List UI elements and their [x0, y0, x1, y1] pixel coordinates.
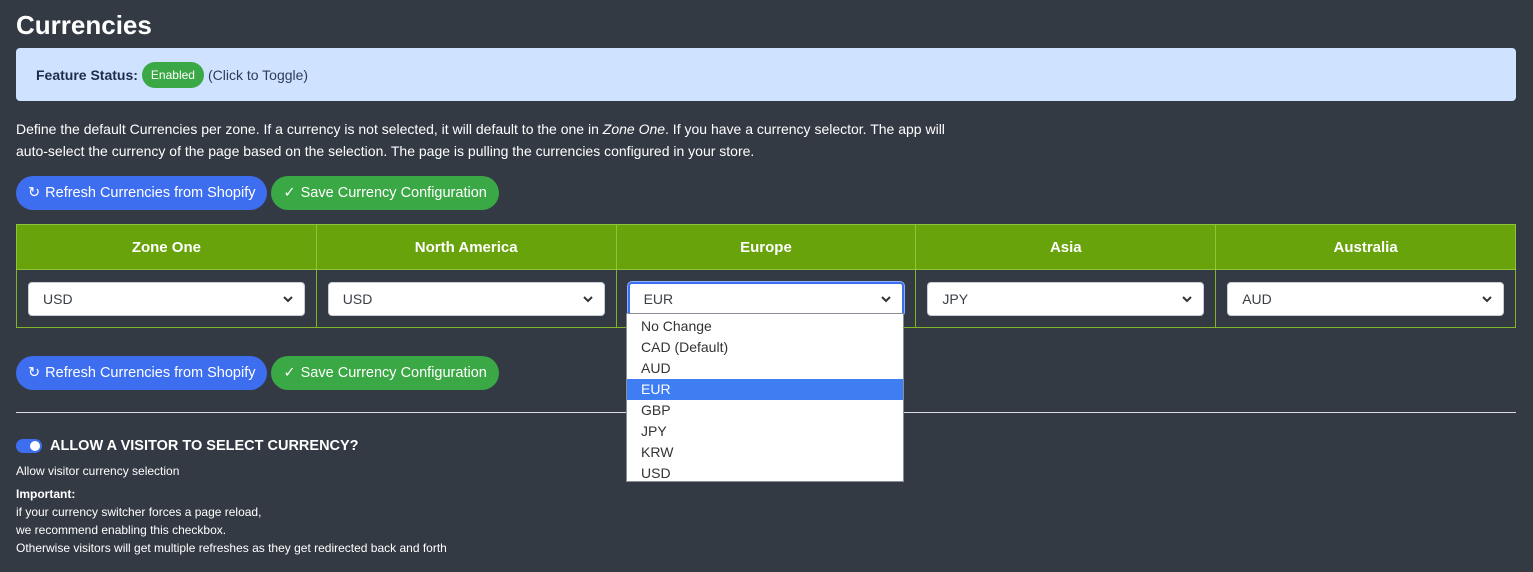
table-cell: USD [16, 269, 317, 328]
dropdown-option[interactable]: CAD (Default) [627, 337, 903, 358]
zone-one-currency-select[interactable]: USD [28, 281, 305, 316]
bottom-button-row: ↻ Refresh Currencies from Shopify ✓ Save… [16, 356, 499, 390]
chevron-down-icon [582, 295, 593, 302]
refresh-currencies-button[interactable]: ↻ Refresh Currencies from Shopify [16, 176, 268, 210]
visitor-selection-toggle[interactable] [16, 439, 42, 453]
description: Define the default Currencies per zone. … [16, 118, 956, 162]
page-title: Currencies [16, 10, 152, 40]
save-button-label: Save Currency Configuration [300, 365, 487, 381]
table-header: Australia [1215, 224, 1516, 270]
toggle-knob [30, 441, 40, 451]
table-header-row: Zone One North America Europe Asia Austr… [16, 224, 1516, 270]
select-value: USD [342, 290, 373, 307]
dropdown-option[interactable]: No Change [627, 316, 903, 337]
asia-currency-select[interactable]: JPY [927, 281, 1205, 316]
save-configuration-button[interactable]: ✓ Save Currency Configuration [271, 356, 499, 390]
select-value: EUR [643, 290, 674, 307]
table-cell: AUD [1215, 269, 1516, 328]
north-america-currency-select[interactable]: USD [327, 281, 605, 316]
dropdown-option[interactable]: USD [627, 463, 903, 484]
table-header: North America [315, 224, 617, 270]
dropdown-option[interactable]: AUD [627, 358, 903, 379]
refresh-currencies-button[interactable]: ↻ Refresh Currencies from Shopify [16, 356, 268, 390]
select-value: USD [43, 290, 73, 307]
refresh-button-label: Refresh Currencies from Shopify [45, 365, 256, 381]
important-line-2: we recommend enabling this checkbox. [16, 523, 227, 537]
important-line-1: if your currency switcher forces a page … [16, 505, 262, 519]
dropdown-option[interactable]: KRW [627, 442, 903, 463]
save-configuration-button[interactable]: ✓ Save Currency Configuration [271, 176, 499, 210]
europe-currency-dropdown: No Change CAD (Default) AUD EUR GBP JPY … [626, 313, 904, 482]
chevron-down-icon [1482, 295, 1492, 302]
feature-status-label: Feature Status: [36, 66, 138, 83]
description-part1: Define the default Currencies per zone. … [16, 121, 603, 137]
feature-status-badge[interactable]: Enabled [141, 61, 204, 88]
important-label: Important: [16, 487, 76, 501]
table-cell: JPY [915, 269, 1217, 328]
top-button-row: ↻ Refresh Currencies from Shopify ✓ Save… [16, 176, 499, 210]
select-value: AUD [1242, 290, 1272, 307]
refresh-icon: ↻ [28, 185, 41, 201]
chevron-down-icon [1182, 295, 1192, 302]
visitor-selection-row: ALLOW A VISITOR TO SELECT CURRENCY? [16, 438, 359, 454]
save-button-label: Save Currency Configuration [300, 185, 487, 201]
australia-currency-select[interactable]: AUD [1227, 281, 1504, 316]
chevron-down-icon [283, 295, 293, 302]
dropdown-option-highlighted[interactable]: EUR [627, 379, 903, 400]
chevron-down-icon [881, 295, 892, 302]
select-value: JPY [942, 290, 969, 307]
dropdown-option[interactable]: JPY [627, 421, 903, 442]
feature-status-hint: (Click to Toggle) [207, 66, 309, 83]
table-cell: USD [315, 269, 617, 328]
refresh-icon: ↻ [28, 365, 41, 381]
europe-currency-select[interactable]: EUR [626, 280, 906, 317]
table-header: Zone One [16, 224, 317, 270]
visitor-selection-subtitle: Allow visitor currency selection [16, 464, 180, 478]
check-icon: ✓ [283, 185, 296, 201]
check-icon: ✓ [283, 365, 296, 381]
table-header: Europe [615, 224, 917, 270]
feature-status-box: Feature Status: Enabled (Click to Toggle… [16, 48, 1516, 101]
table-header: Asia [915, 224, 1217, 270]
description-zone-name: Zone One [602, 121, 666, 137]
dropdown-option[interactable]: GBP [627, 400, 903, 421]
refresh-button-label: Refresh Currencies from Shopify [45, 185, 256, 201]
important-line-3: Otherwise visitors will get multiple ref… [16, 541, 447, 555]
visitor-selection-title: ALLOW A VISITOR TO SELECT CURRENCY? [50, 438, 359, 454]
